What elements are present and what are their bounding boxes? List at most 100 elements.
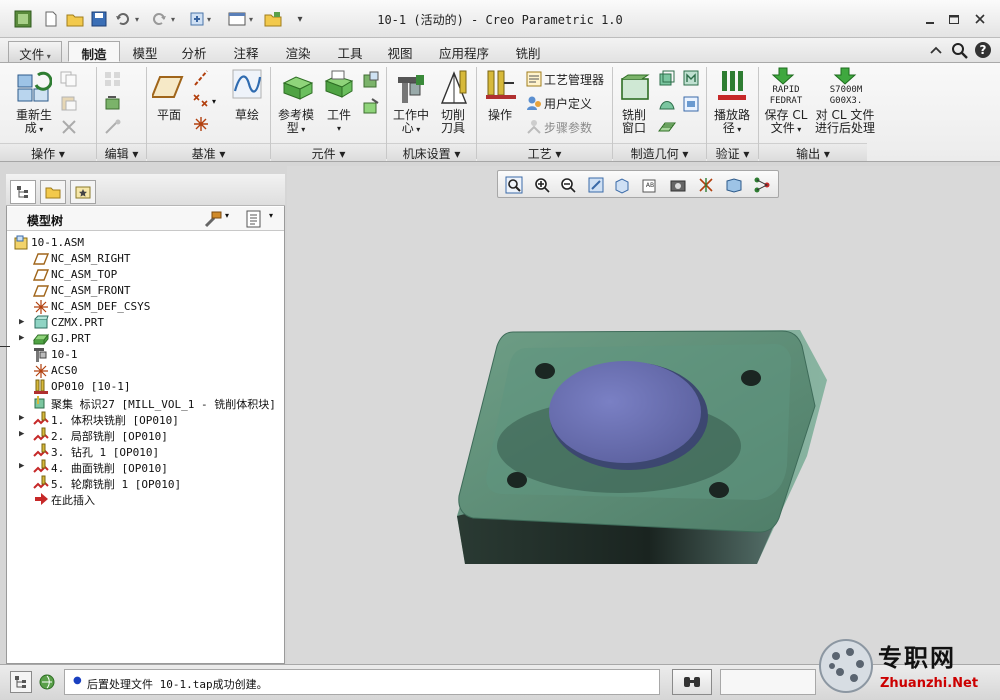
operation-button[interactable]: 操作 bbox=[480, 109, 520, 122]
tree-row[interactable]: 3. 钻孔 1 [OP010] bbox=[7, 443, 277, 459]
copy-icon[interactable] bbox=[60, 71, 78, 87]
tab-annotate[interactable]: 注释 bbox=[224, 41, 268, 62]
graphics-viewport[interactable] bbox=[0, 166, 1000, 664]
expand-arrow-icon[interactable]: ▶ bbox=[19, 461, 29, 473]
new-file-icon[interactable] bbox=[42, 10, 60, 28]
drill-group-icon[interactable] bbox=[658, 95, 676, 113]
group-verify-label[interactable]: 验证 ▾ bbox=[707, 143, 758, 161]
expand-arrow-icon[interactable]: ▶ bbox=[19, 333, 29, 345]
save-icon[interactable] bbox=[90, 10, 108, 28]
tab-file[interactable]: 文件 ▾ bbox=[8, 41, 62, 62]
group-mfg-geometry-label[interactable]: 制造几何 ▾ bbox=[613, 143, 706, 161]
datum-point-icon[interactable] bbox=[192, 91, 210, 109]
expand-arrow-icon[interactable]: ▶ bbox=[19, 413, 29, 425]
mill-surface-icon[interactable] bbox=[682, 69, 700, 87]
edit-definition-icon[interactable] bbox=[104, 95, 122, 111]
tree-row[interactable]: 10-1 bbox=[7, 347, 277, 363]
tab-tools[interactable]: 工具 bbox=[328, 41, 372, 62]
tree-settings-dropdown-icon[interactable]: ▾ bbox=[225, 211, 229, 220]
group-operation-label[interactable]: 操作 ▾ bbox=[0, 143, 96, 161]
minimize-icon[interactable] bbox=[922, 11, 938, 27]
search-icon[interactable] bbox=[950, 41, 968, 59]
group-edit-label[interactable]: 编辑 ▾ bbox=[97, 143, 146, 161]
tree-row[interactable]: ▶ CZMX.PRT bbox=[7, 315, 277, 331]
tree-row[interactable]: ▶ 1. 体积块铣削 [OP010] bbox=[7, 411, 277, 427]
refit-icon[interactable] bbox=[504, 175, 524, 195]
group-datum-label[interactable]: 基准 ▾ bbox=[147, 143, 270, 161]
view-manager-icon[interactable] bbox=[668, 175, 688, 195]
save-cl-file-button[interactable]: 保存 CL 文件 ▾ bbox=[762, 109, 810, 136]
turn-profile-icon[interactable] bbox=[682, 95, 700, 113]
tree-show-dropdown-icon[interactable]: ▾ bbox=[269, 211, 273, 220]
tab-applications[interactable]: 应用程序 bbox=[430, 41, 498, 62]
reference-model-button[interactable]: 参考模 型 ▾ bbox=[272, 109, 320, 136]
undo-dropdown-icon[interactable]: ▾ bbox=[132, 10, 142, 28]
display-style-icon[interactable] bbox=[612, 175, 632, 195]
workpiece-button[interactable]: 工件 ▾ bbox=[320, 109, 358, 135]
datum-axis-icon[interactable] bbox=[192, 69, 210, 87]
group-output-label[interactable]: 输出 ▾ bbox=[759, 143, 867, 161]
collapse-ribbon-icon[interactable] bbox=[928, 42, 944, 58]
close-icon[interactable] bbox=[972, 11, 988, 27]
tree-row[interactable]: 在此插入 bbox=[7, 491, 277, 507]
tree-show-icon[interactable] bbox=[245, 210, 263, 228]
play-path-button[interactable]: 播放路 径 ▾ bbox=[708, 109, 756, 136]
tree-row[interactable]: NC_ASM_FRONT bbox=[7, 283, 277, 299]
creo-app-icon[interactable] bbox=[14, 10, 32, 28]
annotation-display-icon[interactable] bbox=[724, 175, 744, 195]
mill-window-button[interactable]: 铣削 窗口 bbox=[614, 109, 654, 135]
maximize-icon[interactable] bbox=[946, 11, 962, 27]
assemble-component-icon[interactable] bbox=[362, 71, 380, 89]
tree-row[interactable]: OP010 [10-1] bbox=[7, 379, 277, 395]
tab-milling[interactable]: 铣削 bbox=[506, 41, 550, 62]
expand-arrow-icon[interactable]: ▶ bbox=[19, 317, 29, 329]
cutting-tool-button[interactable]: 切削 刀具 bbox=[434, 109, 472, 135]
tab-render[interactable]: 渲染 bbox=[276, 41, 320, 62]
tree-row[interactable]: ▶ GJ.PRT bbox=[7, 331, 277, 347]
step-params-button[interactable]: 步骤参数 bbox=[544, 119, 592, 136]
mill-volume-icon[interactable] bbox=[658, 69, 676, 87]
pattern-icon[interactable] bbox=[104, 71, 122, 87]
tree-settings-icon[interactable] bbox=[203, 210, 223, 228]
spin-center-icon[interactable] bbox=[752, 175, 772, 195]
favorites-tab-icon[interactable] bbox=[70, 180, 96, 204]
sketch-button[interactable]: 草绘 bbox=[226, 109, 268, 122]
delete-icon[interactable] bbox=[60, 119, 78, 135]
saved-views-icon[interactable]: AB bbox=[640, 175, 660, 195]
redo-dropdown-icon[interactable]: ▾ bbox=[168, 10, 178, 28]
expand-arrow-icon[interactable]: ▶ bbox=[19, 429, 29, 441]
windows-icon[interactable] bbox=[228, 10, 246, 28]
tree-row[interactable]: ACS0 bbox=[7, 363, 277, 379]
user-defined-button[interactable]: 用户定义 bbox=[544, 95, 592, 112]
selection-filter[interactable] bbox=[720, 669, 816, 695]
help-icon[interactable]: ? bbox=[974, 41, 992, 59]
zoom-in-icon[interactable] bbox=[532, 175, 552, 195]
datum-csys-icon[interactable] bbox=[192, 115, 210, 133]
plane-button[interactable]: 平面 bbox=[150, 109, 188, 122]
create-component-icon[interactable] bbox=[362, 97, 380, 115]
windows-dropdown-icon[interactable]: ▾ bbox=[246, 10, 256, 28]
close-window-icon[interactable] bbox=[264, 10, 282, 28]
group-component-label[interactable]: 元件 ▾ bbox=[271, 143, 386, 161]
folder-browser-tab-icon[interactable] bbox=[40, 180, 66, 204]
tree-row[interactable]: 10-1.ASM bbox=[7, 235, 277, 251]
datum-display-icon[interactable] bbox=[696, 175, 716, 195]
repaint-icon[interactable] bbox=[586, 175, 606, 195]
find-icon[interactable] bbox=[672, 669, 712, 695]
undo-icon[interactable] bbox=[114, 10, 132, 28]
tree-row[interactable]: ▶ 2. 局部铣削 [OP010] bbox=[7, 427, 277, 443]
tree-row[interactable]: ▶ 4. 曲面铣削 [OP010] bbox=[7, 459, 277, 475]
tree-row[interactable]: NC_ASM_RIGHT bbox=[7, 251, 277, 267]
group-process-label[interactable]: 工艺 ▾ bbox=[477, 143, 612, 161]
redo-icon[interactable] bbox=[150, 10, 168, 28]
tree-row[interactable]: NC_ASM_DEF_CSYS bbox=[7, 299, 277, 315]
post-process-cl-button[interactable]: 对 CL 文件 进行后处理 bbox=[812, 109, 878, 135]
tree-row[interactable]: 聚集 标识27 [MILL_VOL_1 - 铣削体积块] bbox=[7, 395, 277, 411]
tab-manufacturing[interactable]: 制造 bbox=[68, 41, 120, 62]
tab-model[interactable]: 模型 bbox=[124, 41, 166, 62]
stock-material-icon[interactable] bbox=[658, 119, 676, 137]
group-machine-setup-label[interactable]: 机床设置 ▾ bbox=[387, 143, 476, 161]
open-folder-icon[interactable] bbox=[66, 10, 84, 28]
tree-row[interactable]: 5. 轮廓铣削 1 [OP010] bbox=[7, 475, 277, 491]
zoom-out-icon[interactable] bbox=[558, 175, 578, 195]
